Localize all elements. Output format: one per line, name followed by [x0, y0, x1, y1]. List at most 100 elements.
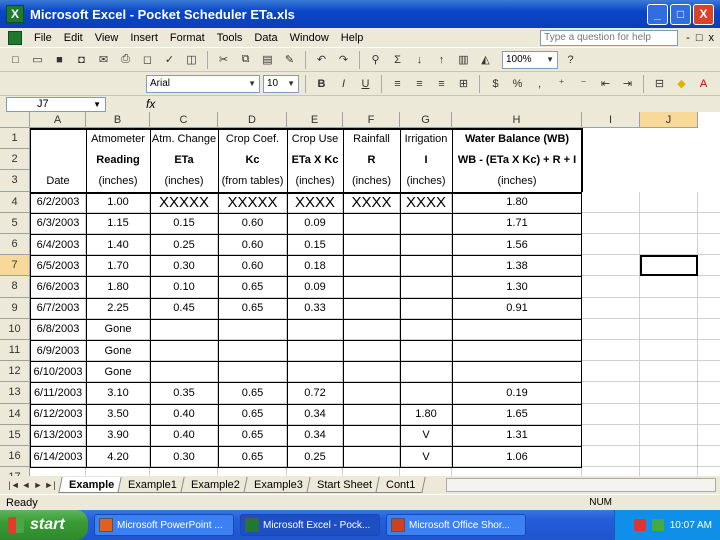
cut-icon[interactable]: ✂ [214, 50, 233, 69]
autosum-icon[interactable]: Σ [388, 50, 407, 69]
data-cell[interactable]: 0.60 [218, 234, 287, 255]
name-box[interactable]: J7 ▼ [6, 96, 106, 112]
data-cell[interactable]: 1.15 [86, 213, 150, 234]
menu-edit[interactable]: Edit [58, 32, 89, 44]
copy-icon[interactable]: ⧉ [236, 50, 255, 69]
data-cell[interactable]: 0.33 [287, 298, 343, 319]
sheet-tab-cont1[interactable]: Cont1 [375, 477, 427, 493]
header-cell[interactable]: Atmometer [86, 128, 150, 149]
undo-icon[interactable]: ↶ [312, 50, 331, 69]
data-cell[interactable] [343, 234, 400, 255]
align-center-icon[interactable]: ≡ [410, 74, 429, 93]
header-cell[interactable]: (from tables) [218, 170, 287, 191]
header-cell[interactable]: ETa X Kc [287, 149, 343, 170]
drawing-icon[interactable]: ◭ [476, 50, 495, 69]
align-right-icon[interactable]: ≡ [432, 74, 451, 93]
merge-center-icon[interactable]: ⊞ [454, 74, 473, 93]
data-cell[interactable]: 1.80 [400, 404, 452, 425]
header-cell[interactable]: I [400, 149, 452, 170]
bold-button[interactable]: B [312, 74, 331, 93]
data-cell[interactable] [287, 361, 343, 382]
data-cell[interactable] [400, 213, 452, 234]
menu-file[interactable]: File [28, 32, 58, 44]
data-cell[interactable]: 0.25 [150, 234, 218, 255]
data-cell[interactable] [343, 340, 400, 361]
data-cell[interactable]: 0.09 [287, 213, 343, 234]
data-cell[interactable] [343, 213, 400, 234]
data-cell[interactable]: 4.20 [86, 446, 150, 467]
menu-window[interactable]: Window [284, 32, 335, 44]
data-cell[interactable] [343, 446, 400, 467]
data-cell[interactable]: 1.56 [452, 234, 582, 255]
font-color-icon[interactable]: A [694, 74, 713, 93]
data-cell[interactable]: 0.65 [218, 298, 287, 319]
align-left-icon[interactable]: ≡ [388, 74, 407, 93]
data-cell[interactable]: 0.30 [150, 446, 218, 467]
sheet-tab-example1[interactable]: Example1 [117, 477, 188, 493]
data-cell[interactable]: 0.19 [452, 382, 582, 403]
row-header[interactable]: 12 [0, 361, 30, 383]
menu-data[interactable]: Data [248, 32, 283, 44]
menu-help[interactable]: Help [335, 32, 370, 44]
data-cell[interactable]: 6/13/2003 [30, 425, 86, 446]
data-cell[interactable]: 3.90 [86, 425, 150, 446]
sheet-tab-example3[interactable]: Example3 [243, 477, 314, 493]
paste-icon[interactable]: ▤ [258, 50, 277, 69]
data-cell[interactable]: Gone [86, 340, 150, 361]
data-cell[interactable] [400, 340, 452, 361]
data-cell[interactable]: 6/11/2003 [30, 382, 86, 403]
close-button[interactable]: X [693, 3, 714, 25]
data-cell[interactable] [218, 340, 287, 361]
data-cell[interactable]: 0.72 [287, 382, 343, 403]
data-cell[interactable]: V [400, 446, 452, 467]
menu-view[interactable]: View [89, 32, 125, 44]
data-cell[interactable] [150, 340, 218, 361]
data-cell[interactable]: 1.80 [86, 276, 150, 297]
row-header[interactable]: 1 [0, 128, 30, 150]
column-header[interactable]: G [400, 112, 452, 128]
research-icon[interactable]: ◫ [182, 50, 201, 69]
data-cell[interactable]: 1.40 [86, 234, 150, 255]
data-cell[interactable] [150, 319, 218, 340]
data-cell[interactable]: 0.65 [218, 446, 287, 467]
data-cell[interactable]: 3.50 [86, 404, 150, 425]
data-cell[interactable] [400, 276, 452, 297]
print-icon[interactable]: ⎙ [116, 50, 135, 69]
data-cell[interactable]: 0.91 [452, 298, 582, 319]
data-cell[interactable] [343, 255, 400, 276]
data-cell[interactable]: Gone [86, 319, 150, 340]
data-cell[interactable]: 0.60 [218, 213, 287, 234]
format-painter-icon[interactable]: ✎ [280, 50, 299, 69]
data-cell[interactable]: 1.80 [452, 192, 582, 213]
row-header[interactable]: 6 [0, 234, 30, 256]
header-cell[interactable] [30, 128, 86, 149]
fill-color-icon[interactable]: ◆ [672, 74, 691, 93]
data-cell[interactable]: 0.34 [287, 425, 343, 446]
column-header[interactable]: H [452, 112, 582, 128]
data-cell[interactable]: 6/9/2003 [30, 340, 86, 361]
data-cell[interactable]: 0.40 [150, 404, 218, 425]
network-icon[interactable] [651, 519, 664, 531]
hyperlink-icon[interactable]: ⚲ [366, 50, 385, 69]
first-sheet-icon[interactable]: |◄ [8, 480, 20, 490]
decrease-decimal-icon[interactable]: ⁻ [574, 74, 593, 93]
data-cell[interactable] [343, 404, 400, 425]
font-size-select[interactable]: 10 ▼ [263, 74, 299, 93]
chart-wizard-icon[interactable]: ▥ [454, 50, 473, 69]
data-cell[interactable] [218, 361, 287, 382]
data-cell[interactable] [452, 340, 582, 361]
data-cell[interactable] [400, 382, 452, 403]
data-cell[interactable]: XXXX [287, 192, 343, 213]
spreadsheet-grid[interactable]: ABCDEFGHIJ1234567891011121314151617Atmom… [0, 112, 720, 476]
decrease-indent-icon[interactable]: ⇤ [596, 74, 615, 93]
data-cell[interactable]: 3.10 [86, 382, 150, 403]
data-cell[interactable]: 1.65 [452, 404, 582, 425]
new-icon[interactable]: □ [6, 50, 25, 69]
data-cell[interactable] [400, 319, 452, 340]
data-cell[interactable]: 0.18 [287, 255, 343, 276]
increase-indent-icon[interactable]: ⇥ [618, 74, 637, 93]
italic-button[interactable]: I [334, 74, 353, 93]
start-button[interactable]: start [0, 510, 88, 540]
data-cell[interactable]: 0.60 [218, 255, 287, 276]
data-cell[interactable] [400, 361, 452, 382]
